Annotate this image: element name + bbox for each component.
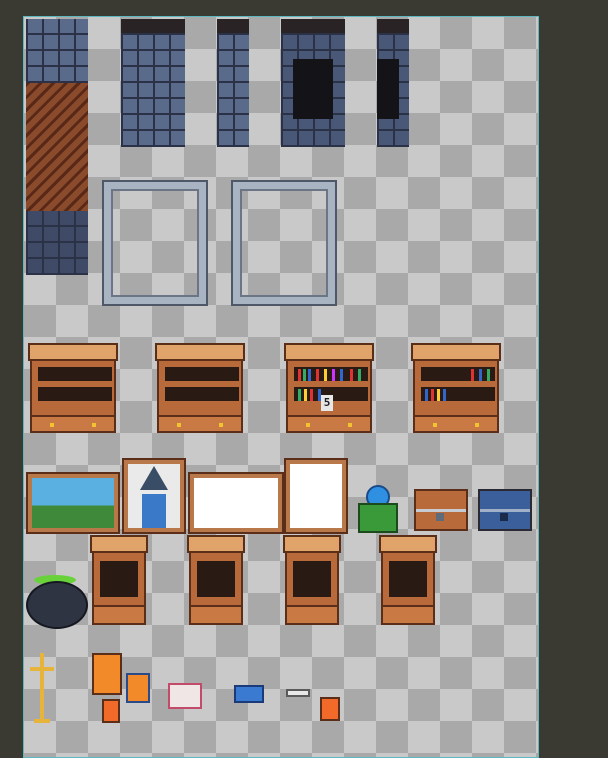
potion-cabinet [283, 535, 341, 627]
potion-cabinet [379, 535, 437, 627]
tileset-canvas: 5 [23, 16, 539, 758]
book-stack [320, 697, 340, 721]
book-stack [102, 699, 120, 723]
bookshelf-empty [155, 343, 245, 435]
book-stack [126, 673, 150, 703]
stone-wall-tile [26, 211, 88, 275]
bookshelf-books [411, 343, 501, 435]
blank-frame [286, 460, 346, 532]
blank-frame [190, 474, 282, 532]
landscape-painting [28, 474, 118, 532]
stone-wall-tile [26, 19, 88, 83]
stone-door-frame [104, 182, 206, 304]
shelf-label: 5 [321, 395, 333, 411]
wooden-chest [414, 489, 468, 531]
open-book [168, 683, 202, 709]
closed-book [234, 685, 264, 703]
potion-cabinet [90, 535, 148, 627]
stone-door-frame [233, 182, 335, 304]
stone-wall-column [217, 19, 249, 147]
candelabra [30, 653, 54, 723]
stone-wall-column [121, 19, 185, 147]
book-stack [92, 653, 122, 695]
potion-cabinet [187, 535, 245, 627]
stone-wall-column-dark [281, 19, 345, 147]
bookshelf-books: 5 [284, 343, 374, 435]
wood-floor-tile [26, 83, 88, 211]
blue-chest [478, 489, 532, 531]
crystal-ball [356, 485, 398, 533]
wizard-portrait [124, 460, 184, 532]
scroll [286, 689, 310, 697]
stone-wall-column-dark [377, 19, 409, 147]
bookshelf-empty [28, 343, 118, 435]
cauldron [26, 575, 88, 629]
